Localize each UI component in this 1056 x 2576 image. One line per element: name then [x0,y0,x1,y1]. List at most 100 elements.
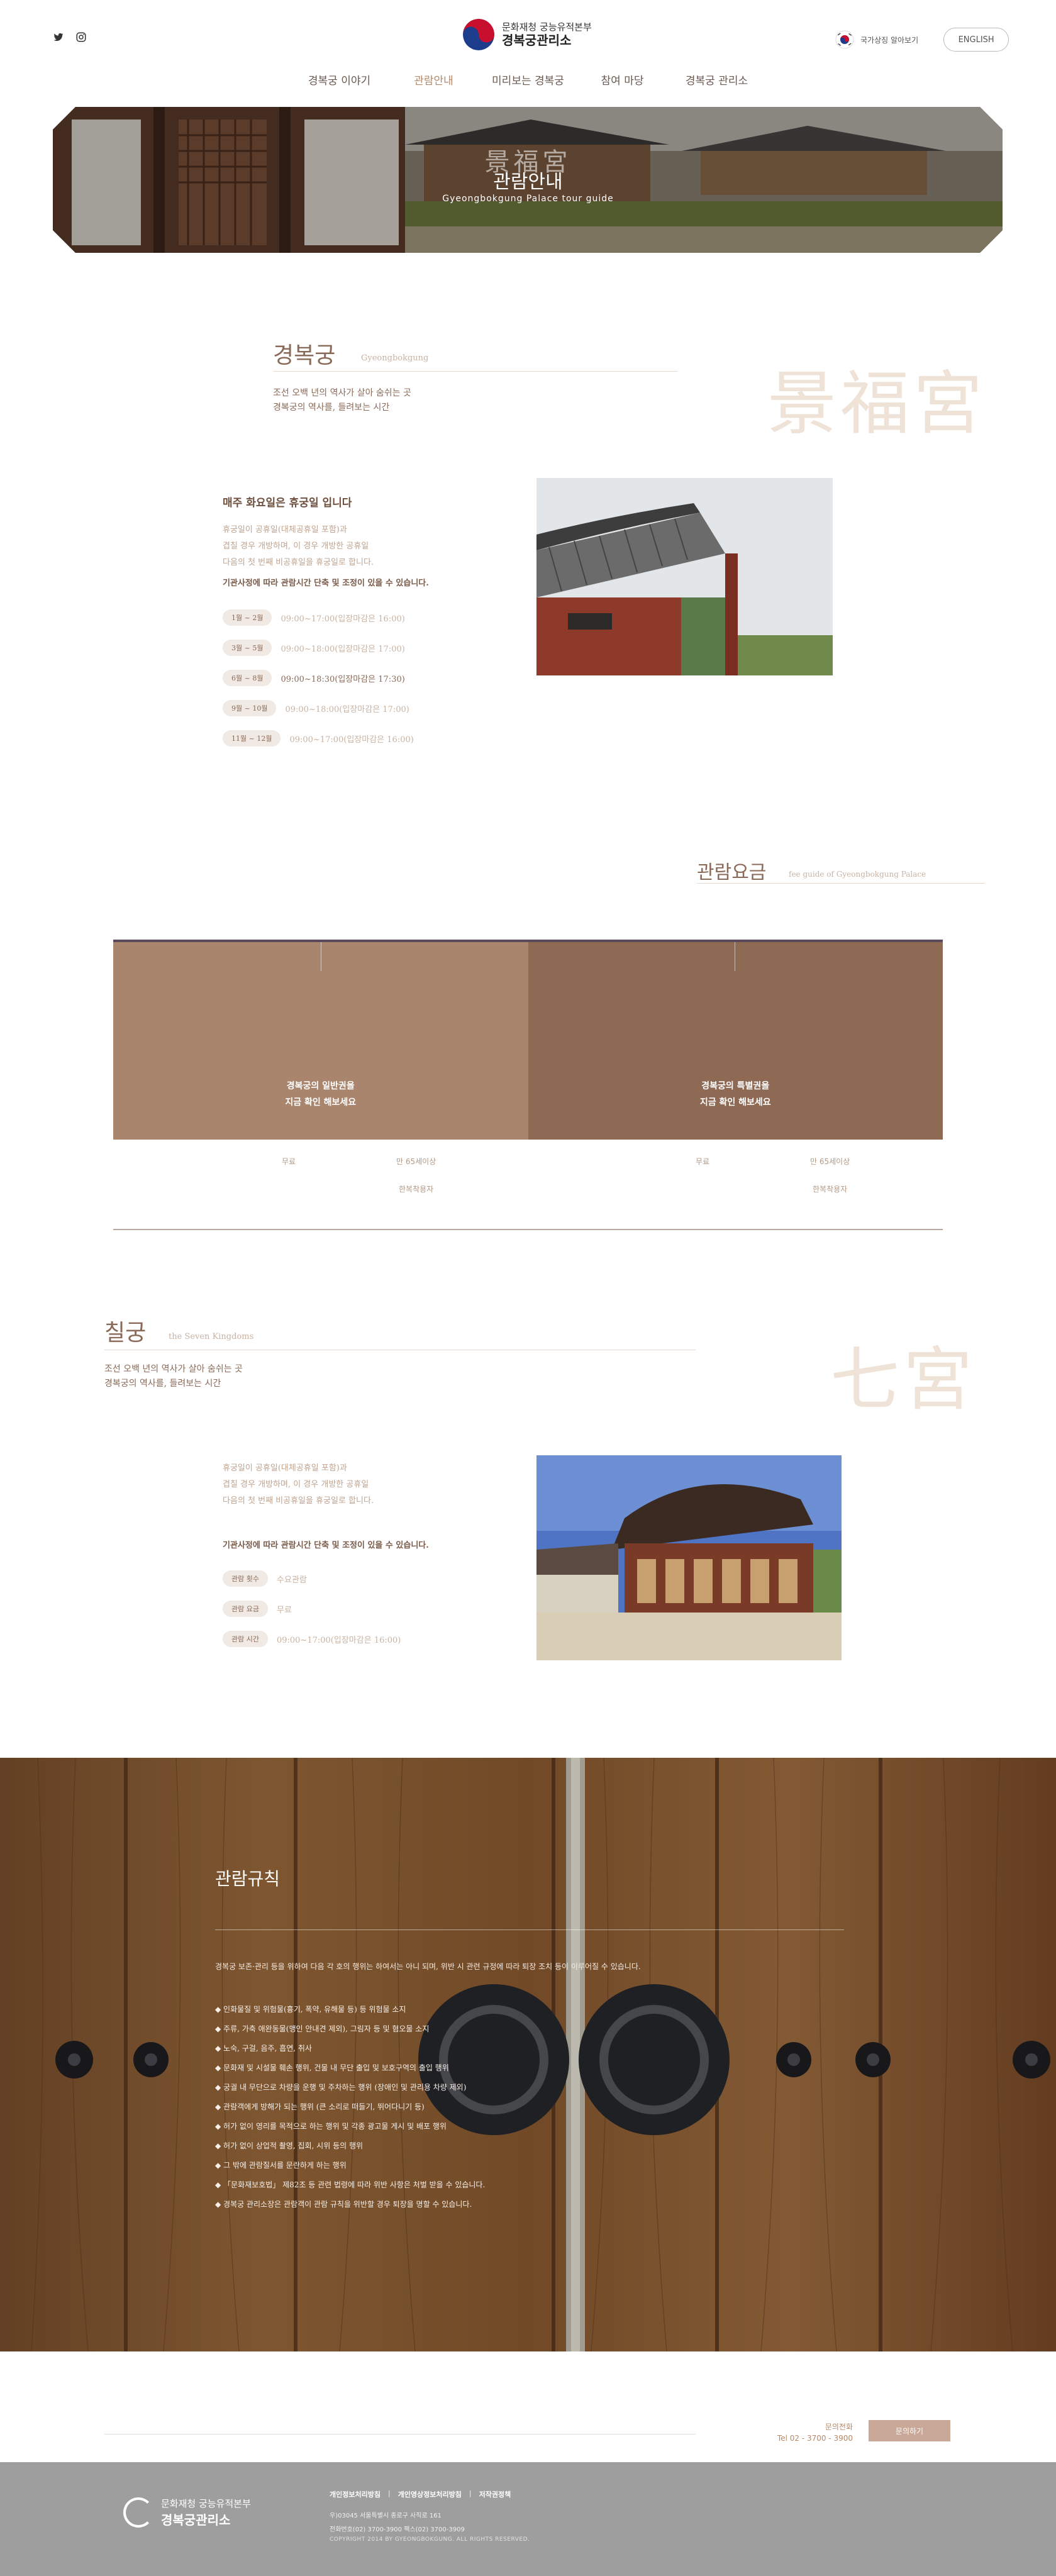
hours-time: 09:00~17:00(입장마감은 16:00) [289,735,414,745]
palace-roof-photo [536,478,833,675]
fees-bottom-divider [113,1229,943,1230]
rules-divider [215,1929,844,1930]
chilgung-para-line: 겹칠 경우 개방하며, 이 경우 개방한 공휴일 [223,1480,369,1489]
intro-eng-title: Gyeongbokgung [361,353,429,363]
fee-senior-label: 만 65세이상 [396,1157,436,1166]
rule-item: ◆ 주류, 가축 애완동물(맹인 안내견 제외), 그림자 등 및 혐오물 소지 [215,2024,430,2033]
info-pill: 관람 횟수 [223,1570,268,1587]
rule-item: ◆ 노숙, 구걸, 음주, 흡연, 취사 [215,2044,312,2053]
instagram-icon[interactable] [75,31,87,43]
general-ticket-text: 경복궁의 일반권을 지금 확인 해보세요 [113,1078,528,1111]
logo-text: 문화재청 궁능유적본부 경복궁관리소 [502,21,592,48]
card-line: 지금 확인 해보세요 [699,1097,771,1108]
hero-subtitle: Gyeongbokgung Palace tour guide [442,194,614,204]
hours-row: 9월 ~ 10월 09:00~18:00(입장마감은 17:00) [223,699,409,717]
chilgung-desc: 조선 오백 년의 역사가 살아 숨쉬는 곳 경복궁의 역사를, 들려보는 시간 [104,1362,243,1391]
intro-desc-line: 조선 오백 년의 역사가 살아 숨쉬는 곳 [273,388,411,398]
fees-divider [697,883,985,884]
hours-para-line: 다음의 첫 번째 비공휴일을 휴궁일로 합니다. [223,558,374,567]
special-ticket-text: 경복궁의 특별권을 지금 확인 해보세요 [528,1078,943,1111]
hours-paragraph: 휴궁일이 공휴일(대체공휴일 포함)과 겹칠 경우 개방하며, 이 경우 개방한… [223,522,374,571]
footer-phone: 전화번호(02) 3700-3900 팩스(02) 3700-3909 [330,2526,465,2533]
rules-list: ◆ 인화물질 및 위험물(흉기, 폭약, 유해물 등) 등 위험물 소지 ◆ 주… [215,2000,857,2214]
rules-title: 관람규칙 [215,1868,281,1889]
rules-intro: 경복궁 보존·관리 등을 위하여 다음 각 호의 행위는 하여서는 아니 되며,… [215,1962,641,1971]
general-ticket-card[interactable]: 경복궁의 일반권을 지금 확인 해보세요 [113,940,528,1140]
intro-desc: 조선 오백 년의 역사가 살아 숨쉬는 곳 경복궁의 역사를, 들려보는 시간 [273,386,411,415]
hours-time: 09:00~18:30(입장마감은 17:30) [281,674,405,684]
special-ticket-card[interactable]: 경복궁의 특별권을 지금 확인 해보세요 [528,940,943,1140]
chilgung-paragraph: 휴궁일이 공휴일(대체공휴일 포함)과 겹칠 경우 개방하며, 이 경우 개방한… [223,1460,374,1509]
months-pill: 9월 ~ 10월 [223,700,277,716]
info-value: 무료 [276,1605,292,1615]
card-line: 경복궁의 특별권을 [701,1081,770,1091]
footer-info: 우)03045 서울특별시 종로구 사직로 161 전화번호(02) 3700-… [330,2509,465,2537]
social-links [53,31,87,43]
rule-item: ◆ 그 밖에 관람질서를 문란하게 하는 행위 [215,2161,347,2170]
main-nav: 경복궁 이야기 관람안내 미리보는 경복궁 참여 마당 경복궁 관리소 [0,72,1056,87]
fee-senior-label: 만 65세이상 [810,1157,850,1166]
info-value: 수요관람 [276,1575,307,1585]
rule-item: ◆ 경복궁 관리소장은 관람객이 관람 규칙을 위반할 경우 퇴장을 명할 수 … [215,2200,472,2209]
fees-title: 관람요금 [697,862,767,884]
nav-item-preview[interactable]: 미리보는 경복궁 [481,72,575,87]
closed-day-heading: 매주 화요일은 휴궁일 입니다 [223,497,352,509]
privacy-policy-link[interactable]: 개인정보처리방침 [330,2489,381,2499]
footer-logo-icon [123,2497,153,2528]
intro-desc-line: 경복궁의 역사를, 들려보는 시간 [273,402,390,413]
site-logo[interactable]: 문화재청 궁능유적본부 경복궁관리소 [463,19,592,50]
hours-row: 3월 ~ 5월 09:00~18:00(입장마감은 17:00) [223,639,405,657]
fee-hanbok-label: 한복착용자 [399,1185,434,1194]
rule-item: ◆ 궁궐 내 무단으로 차량을 운행 및 주차하는 행위 (장애인 및 관리용 … [215,2083,467,2092]
nav-item-story[interactable]: 경복궁 이야기 [292,72,387,87]
footer-logo-main: 경복궁관리소 [161,2512,231,2528]
rule-item: ◆ 관람객에게 방해가 되는 행위 (큰 소리로 떠들기, 뛰어다니기 등) [215,2102,425,2111]
hero-title: 관람안내 [493,171,563,193]
months-pill: 11월 ~ 12월 [223,730,281,747]
intro-big-hanja: 景福宮 [767,364,986,444]
nav-item-guide[interactable]: 관람안내 [387,72,481,87]
hours-row: 1월 ~ 2월 09:00~17:00(입장마감은 16:00) [223,609,405,626]
footer-logo[interactable]: 문화재청 궁능유적본부 경복궁관리소 [123,2497,251,2528]
hours-notice: 기관사정에 따라 관람시간 단축 및 조정이 있을 수 있습니다. [223,579,429,588]
months-pill: 1월 ~ 2월 [223,609,272,626]
national-symbol-link[interactable]: 국가상징 알아보기 [860,35,918,45]
chilgung-info-row: 관람 시간 09:00~17:00(입장마감은 16:00) [223,1630,401,1648]
chilgung-big-hanja: 七宮 [830,1340,976,1420]
link-separator: | [387,2489,391,2497]
rule-item: ◆ 문화재 및 시설물 훼손 행위, 건물 내 무단 출입 및 보호구역의 출입… [215,2063,449,2072]
rule-item: ◆ 「문화재보호법」 제82조 등 관련 법령에 따라 위반 사항은 처벌 받을… [215,2180,486,2189]
chilgung-eng-title: the Seven Kingdoms [169,1332,254,1341]
chilgung-info-row: 관람 횟수 수요관람 [223,1570,307,1587]
fees-eng-title: fee guide of Gyeongbokgung Palace [789,870,926,879]
english-button[interactable]: ENGLISH [943,28,1009,52]
footer-logo-text: 문화재청 궁능유적본부 경복궁관리소 [161,2497,251,2528]
chilgung-building-photo [536,1455,842,1660]
video-privacy-link[interactable]: 개인영상정보처리방침 [398,2489,462,2499]
rule-item: ◆ 허가 없이 상업적 촬영, 집회, 시위 등의 행위 [215,2141,364,2150]
header-utilities: 국가상징 알아보기 ENGLISH [835,28,1009,52]
korean-flag-icon[interactable] [835,30,854,49]
taegeuk-logo-icon [463,19,494,50]
chilgung-info-row: 관람 요금 무료 [223,1600,292,1618]
hours-time: 09:00~18:00(입장마감은 17:00) [285,704,409,714]
twitter-icon[interactable] [53,31,64,43]
fee-hanbok-label: 한복착용자 [813,1185,848,1194]
logo-main-text: 경복궁관리소 [502,33,572,48]
fees-cards: 경복궁의 일반권을 지금 확인 해보세요 경복궁의 특별권을 지금 확인 해보세… [113,940,943,1140]
nav-item-participation[interactable]: 참여 마당 [575,72,670,87]
footer-links: 개인정보처리방침 | 개인영상정보처리방침 | 저작권정책 [330,2489,511,2499]
months-pill: 3월 ~ 5월 [223,640,272,656]
hours-row: 11월 ~ 12월 09:00~17:00(입장마감은 16:00) [223,730,414,747]
chilgung-desc-line: 경복궁의 역사를, 들려보는 시간 [104,1379,221,1389]
nav-item-office[interactable]: 경복궁 관리소 [670,72,764,87]
hours-row-highlighted: 6월 ~ 8월 09:00~18:30(입장마감은 17:30) [223,669,405,687]
inquiry-button[interactable]: 문의하기 [869,2420,950,2441]
footer-address: 우)03045 서울특별시 종로구 사직로 161 [330,2512,442,2519]
hours-para-line: 휴궁일이 공휴일(대체공휴일 포함)과 [223,525,347,535]
copyright-policy-link[interactable]: 저작권정책 [479,2489,511,2499]
fee-free-label: 무료 [696,1157,710,1166]
contact-label: 문의전화 [825,2423,853,2431]
fee-free-label: 무료 [282,1157,296,1166]
hours-time: 09:00~17:00(입장마감은 16:00) [281,614,405,624]
